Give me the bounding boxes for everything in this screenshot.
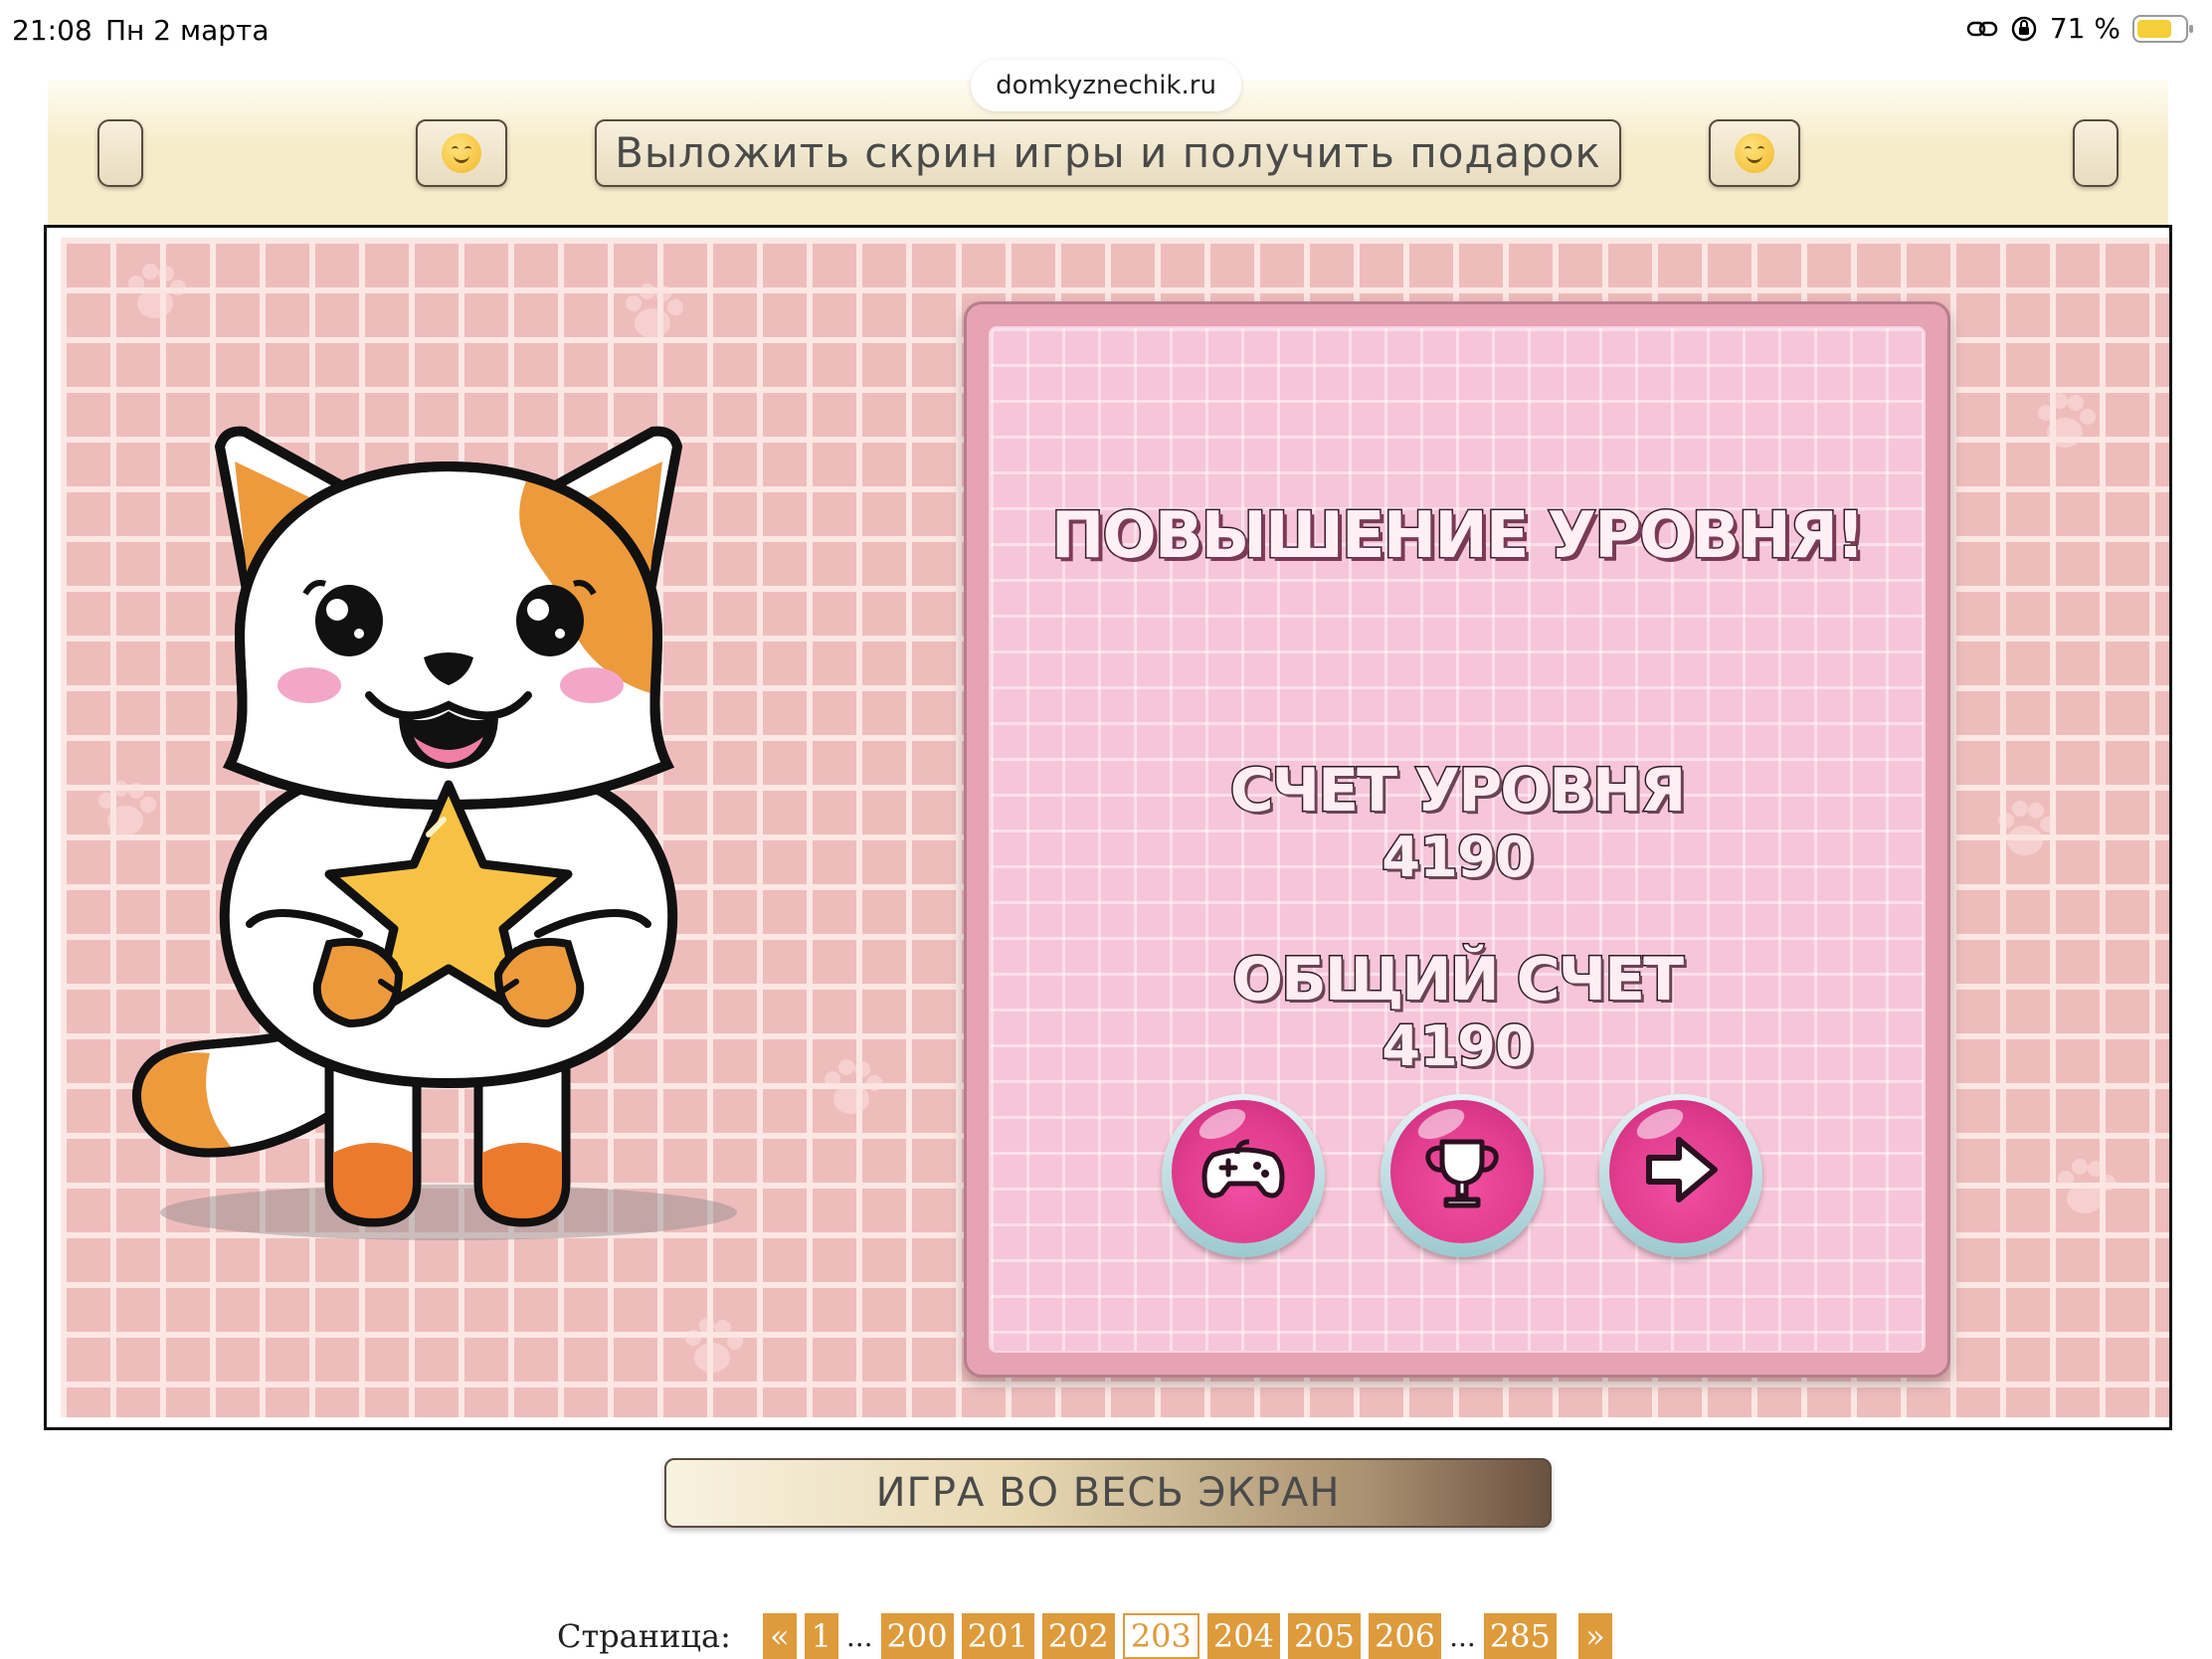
- paw-print-icon: [825, 1059, 882, 1114]
- gamepad-icon: [1201, 1139, 1285, 1198]
- promo-emoji-button-right[interactable]: [1709, 119, 1800, 187]
- play-menu-button[interactable]: [1162, 1094, 1325, 1257]
- promo-side-pill-left[interactable]: [97, 119, 143, 187]
- paw-print-icon: [2058, 1159, 2116, 1213]
- pagination-current-page: 203: [1122, 1613, 1199, 1659]
- pagination-next[interactable]: »: [1577, 1613, 1612, 1659]
- status-right: 71 %: [1966, 12, 2193, 45]
- fullscreen-button[interactable]: ИГРА ВО ВЕСЬ ЭКРАН: [664, 1458, 1552, 1528]
- pagination-page[interactable]: 204: [1206, 1613, 1280, 1659]
- leaderboard-button[interactable]: [1381, 1094, 1544, 1257]
- game-frame[interactable]: ПОВЫШЕНИЕ УРОВНЯ! СЧЕТ УРОВНЯ 4190 ОБЩИЙ…: [44, 225, 2172, 1430]
- url-bar[interactable]: domkyznechik.ru: [971, 60, 1241, 111]
- arrow-right-icon: [1646, 1137, 1718, 1202]
- battery-icon: [2132, 14, 2193, 43]
- status-bar: 21:08 Пн 2 марта 71 %: [0, 0, 2212, 64]
- pagination: Страница: « 1 ... 200 201 202 203 204 20…: [557, 1613, 1612, 1659]
- cat-character: [132, 426, 737, 1240]
- paw-print-icon: [1998, 801, 2056, 855]
- upload-screenshot-button[interactable]: Выложить скрин игры и получить подарок: [595, 119, 1621, 187]
- orientation-lock-icon: [2011, 16, 2037, 41]
- status-time: 21:08: [12, 14, 92, 47]
- total-score-value: 4190: [1381, 1014, 1536, 1081]
- pagination-first[interactable]: 1: [804, 1613, 838, 1659]
- pagination-prev[interactable]: «: [762, 1613, 797, 1659]
- pagination-label: Страница:: [557, 1617, 731, 1655]
- pagination-page[interactable]: 205: [1287, 1613, 1362, 1659]
- paw-print-icon: [685, 1318, 743, 1373]
- status-date: Пн 2 марта: [105, 14, 270, 47]
- pagination-last[interactable]: 285: [1483, 1613, 1557, 1659]
- paw-print-icon: [128, 264, 186, 318]
- pagination-page[interactable]: 202: [1041, 1613, 1115, 1659]
- paw-print-icon: [2038, 393, 2096, 448]
- game-canvas[interactable]: ПОВЫШЕНИЕ УРОВНЯ! СЧЕТ УРОВНЯ 4190 ОБЩИЙ…: [61, 238, 2169, 1417]
- level-score-value: 4190: [1381, 825, 1536, 892]
- level-up-dialog: ПОВЫШЕНИЕ УРОВНЯ! СЧЕТ УРОВНЯ 4190 ОБЩИЙ…: [964, 301, 1950, 1378]
- pagination-ellipsis: ...: [845, 1619, 873, 1653]
- pagination-page[interactable]: 200: [880, 1613, 954, 1659]
- total-score-label: ОБЩИЙ СЧЕТ: [1230, 944, 1685, 1016]
- hugging-face-emoji-icon: [442, 133, 481, 173]
- battery-percent: 71 %: [2049, 12, 2120, 45]
- level-up-title: ПОВЫШЕНИЕ УРОВНЯ!: [1049, 498, 1866, 575]
- pagination-page[interactable]: 206: [1369, 1613, 1442, 1659]
- paw-print-icon: [626, 283, 683, 338]
- trophy-icon: [1425, 1139, 1499, 1208]
- pagination-page[interactable]: 201: [961, 1613, 1034, 1659]
- link-icon: [1966, 21, 1998, 36]
- next-level-button[interactable]: [1599, 1094, 1762, 1257]
- hugging-face-emoji-icon: [1735, 133, 1774, 173]
- promo-emoji-button-left[interactable]: [416, 119, 507, 187]
- level-up-dialog-body: ПОВЫШЕНИЕ УРОВНЯ! СЧЕТ УРОВНЯ 4190 ОБЩИЙ…: [989, 326, 1926, 1353]
- pagination-ellipsis: ...: [1449, 1619, 1476, 1653]
- promo-side-pill-right[interactable]: [2073, 119, 2119, 187]
- level-score-label: СЧЕТ УРОВНЯ: [1228, 755, 1688, 828]
